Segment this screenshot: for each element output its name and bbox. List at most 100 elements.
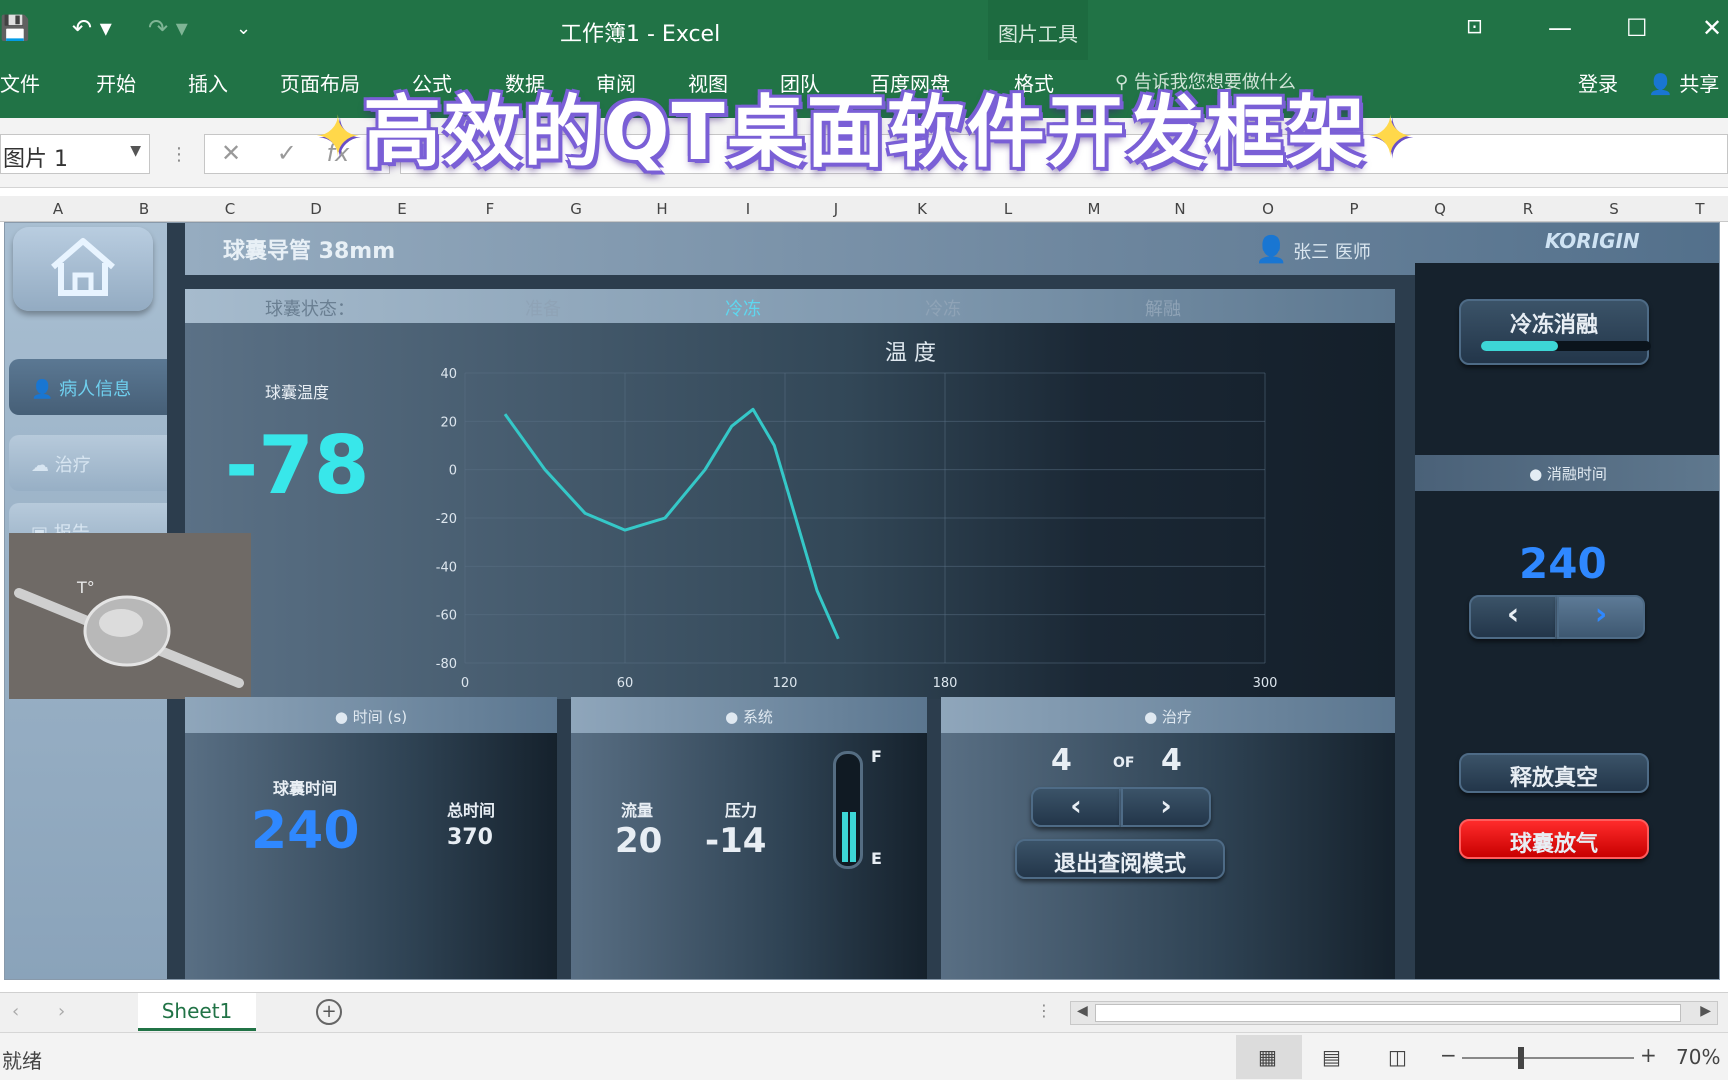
window-title: 工作簿1 - Excel bbox=[560, 22, 721, 47]
column-header[interactable]: M bbox=[1084, 200, 1104, 218]
balloon-catheter-illustration: T° bbox=[14, 578, 244, 688]
scroll-left-icon[interactable]: ‹ bbox=[12, 1001, 19, 1022]
share-button[interactable]: 👤 共享 bbox=[1648, 68, 1719, 97]
sparkle-icon: ✦ bbox=[1366, 105, 1416, 171]
page-layout-view-icon[interactable]: ▤ bbox=[1322, 1045, 1341, 1069]
next-treatment-button[interactable]: › bbox=[1121, 787, 1211, 827]
scrollbar-thumb[interactable] bbox=[1095, 1004, 1681, 1022]
treatment-panel: ● 治疗 4 OF 4 ‹ › 退出查阅模式 bbox=[941, 697, 1395, 979]
column-header[interactable]: B bbox=[134, 200, 154, 218]
total-time-label: 总时间 bbox=[447, 801, 496, 820]
column-header[interactable]: H bbox=[652, 200, 672, 218]
splitter-grip-icon[interactable]: ⋮ bbox=[1036, 1001, 1052, 1020]
column-header[interactable]: O bbox=[1258, 200, 1278, 218]
sheet-tabs-bar: ‹ › Sheet1 + ⋮ ◀ ▶ bbox=[0, 992, 1728, 1032]
column-header[interactable]: I bbox=[738, 200, 758, 218]
sidebar-item-treatment[interactable]: ☁ 治疗 bbox=[9, 435, 167, 491]
column-header[interactable]: J bbox=[826, 200, 846, 218]
zoom-level[interactable]: 70% bbox=[1676, 1045, 1720, 1069]
system-panel-header: ● 系统 bbox=[571, 697, 927, 733]
close-button[interactable]: ✕ bbox=[1702, 14, 1722, 42]
scroll-left-arrow-icon[interactable]: ◀ bbox=[1077, 1003, 1088, 1019]
chevron-right-icon: › bbox=[1594, 597, 1608, 632]
customize-quick-access-icon[interactable]: ⌄ bbox=[236, 18, 251, 39]
flow-label: 流量 bbox=[621, 801, 654, 820]
freeze-thaw-label: 冷冻消融 bbox=[1509, 313, 1598, 338]
y-tick-label: -20 bbox=[436, 512, 457, 527]
x-tick-label: 300 bbox=[1253, 676, 1278, 691]
column-header[interactable]: N bbox=[1170, 200, 1190, 218]
scroll-right-icon[interactable]: › bbox=[58, 1001, 65, 1022]
gauge-full-label: F bbox=[871, 747, 882, 766]
ribbon-display-options-icon[interactable]: ⊡ bbox=[1466, 14, 1483, 38]
column-header[interactable]: F bbox=[480, 200, 500, 218]
catheter-image: T° bbox=[9, 533, 251, 699]
home-button[interactable] bbox=[13, 227, 153, 311]
column-header[interactable]: C bbox=[220, 200, 240, 218]
embedded-picture[interactable]: 👤 病人信息 ☁ 治疗 ▣ 报告 球囊导管 38mm 👤 张三 医师 KORIG… bbox=[4, 222, 1720, 980]
column-header[interactable]: P bbox=[1344, 200, 1364, 218]
status-bar: 就绪 ▦ ▤ ◫ − + 70% bbox=[0, 1032, 1728, 1080]
time-panel: ● 时间 (s) 球囊时间 240 总时间 370 bbox=[185, 697, 557, 979]
control-panel: 冷冻消融 ● 消融时间 240 ‹ › 释放真空 球囊放气 bbox=[1415, 263, 1719, 979]
picture-tools-context-tab: 图片工具 bbox=[988, 0, 1088, 60]
home-icon bbox=[51, 238, 115, 296]
y-tick-label: -80 bbox=[436, 657, 457, 672]
column-header[interactable]: L bbox=[998, 200, 1018, 218]
zoom-out-button[interactable]: − bbox=[1440, 1043, 1457, 1067]
balloon-deflate-button[interactable]: 球囊放气 bbox=[1459, 819, 1649, 859]
column-header[interactable]: S bbox=[1604, 200, 1624, 218]
column-header[interactable]: T bbox=[1690, 200, 1710, 218]
column-header[interactable]: E bbox=[392, 200, 412, 218]
increase-button[interactable]: › bbox=[1557, 595, 1645, 639]
column-header[interactable]: A bbox=[48, 200, 68, 218]
total-time-value: 370 bbox=[447, 825, 493, 850]
temperature-series-line bbox=[503, 407, 840, 640]
title-bar: 💾 ↶ ▾ ↷ ▾ ⌄ 工作簿1 - Excel 图片工具 ⊡ — ☐ ✕ bbox=[0, 0, 1728, 60]
user-badge[interactable]: 👤 张三 医师 bbox=[1255, 235, 1371, 265]
save-icon[interactable]: 💾 bbox=[0, 14, 30, 42]
share-user-icon: 👤 bbox=[1648, 72, 1673, 96]
page-break-view-icon[interactable]: ◫ bbox=[1388, 1045, 1407, 1069]
column-header[interactable]: Q bbox=[1430, 200, 1450, 218]
zoom-slider-knob[interactable] bbox=[1518, 1047, 1524, 1069]
add-sheet-button[interactable]: + bbox=[316, 999, 342, 1025]
release-vacuum-button[interactable]: 释放真空 bbox=[1459, 753, 1649, 793]
zoom-slider[interactable] bbox=[1462, 1047, 1634, 1069]
login-link[interactable]: 登录 bbox=[1578, 68, 1618, 97]
column-header[interactable]: R bbox=[1518, 200, 1538, 218]
chevron-left-icon: ‹ bbox=[1506, 597, 1520, 632]
sheet-tab[interactable]: Sheet1 bbox=[138, 993, 256, 1031]
y-tick-label: -40 bbox=[436, 560, 457, 575]
previous-treatment-button[interactable]: ‹ bbox=[1031, 787, 1121, 827]
scroll-right-arrow-icon[interactable]: ▶ bbox=[1700, 1003, 1711, 1019]
column-header[interactable]: D bbox=[306, 200, 326, 218]
tab-file[interactable]: 文件 bbox=[0, 68, 40, 97]
exit-review-mode-button[interactable]: 退出查阅模式 bbox=[1015, 839, 1225, 879]
temperature-chart: 40 20 0 -20 -40 -60 -80 0 60 120 180 300 bbox=[436, 367, 1278, 691]
y-tick-label: 0 bbox=[449, 464, 457, 479]
column-header[interactable]: K bbox=[912, 200, 932, 218]
undo-icon[interactable]: ↶ ▾ bbox=[72, 14, 112, 42]
horizontal-scrollbar[interactable]: ◀ ▶ bbox=[1070, 1001, 1718, 1025]
status-ready: 准备 bbox=[525, 299, 561, 320]
freeze-thaw-button[interactable]: 冷冻消融 bbox=[1459, 299, 1651, 365]
status-freeze: 冷冻 bbox=[925, 299, 961, 320]
name-box[interactable]: 图片 1 ▼ bbox=[0, 134, 150, 174]
tab-insert[interactable]: 插入 bbox=[188, 68, 228, 97]
balloon-time-value: 240 bbox=[251, 801, 360, 861]
treatment-of-label: OF bbox=[1113, 755, 1135, 771]
zoom-in-button[interactable]: + bbox=[1640, 1043, 1657, 1067]
normal-view-button[interactable]: ▦ bbox=[1236, 1035, 1302, 1079]
tab-home[interactable]: 开始 bbox=[96, 68, 136, 97]
decrease-button[interactable]: ‹ bbox=[1469, 595, 1557, 639]
maximize-button[interactable]: ☐ bbox=[1626, 14, 1648, 42]
thaw-time-header: ● 消融时间 bbox=[1415, 455, 1719, 491]
user-icon: 👤 bbox=[31, 379, 54, 400]
redo-icon[interactable]: ↷ ▾ bbox=[148, 14, 188, 42]
treatment-panel-header: ● 治疗 bbox=[941, 697, 1395, 733]
minimize-button[interactable]: — bbox=[1548, 14, 1572, 42]
sidebar-item-patient-info[interactable]: 👤 病人信息 bbox=[9, 359, 167, 415]
pressure-value: -14 bbox=[705, 821, 767, 861]
column-header[interactable]: G bbox=[566, 200, 586, 218]
